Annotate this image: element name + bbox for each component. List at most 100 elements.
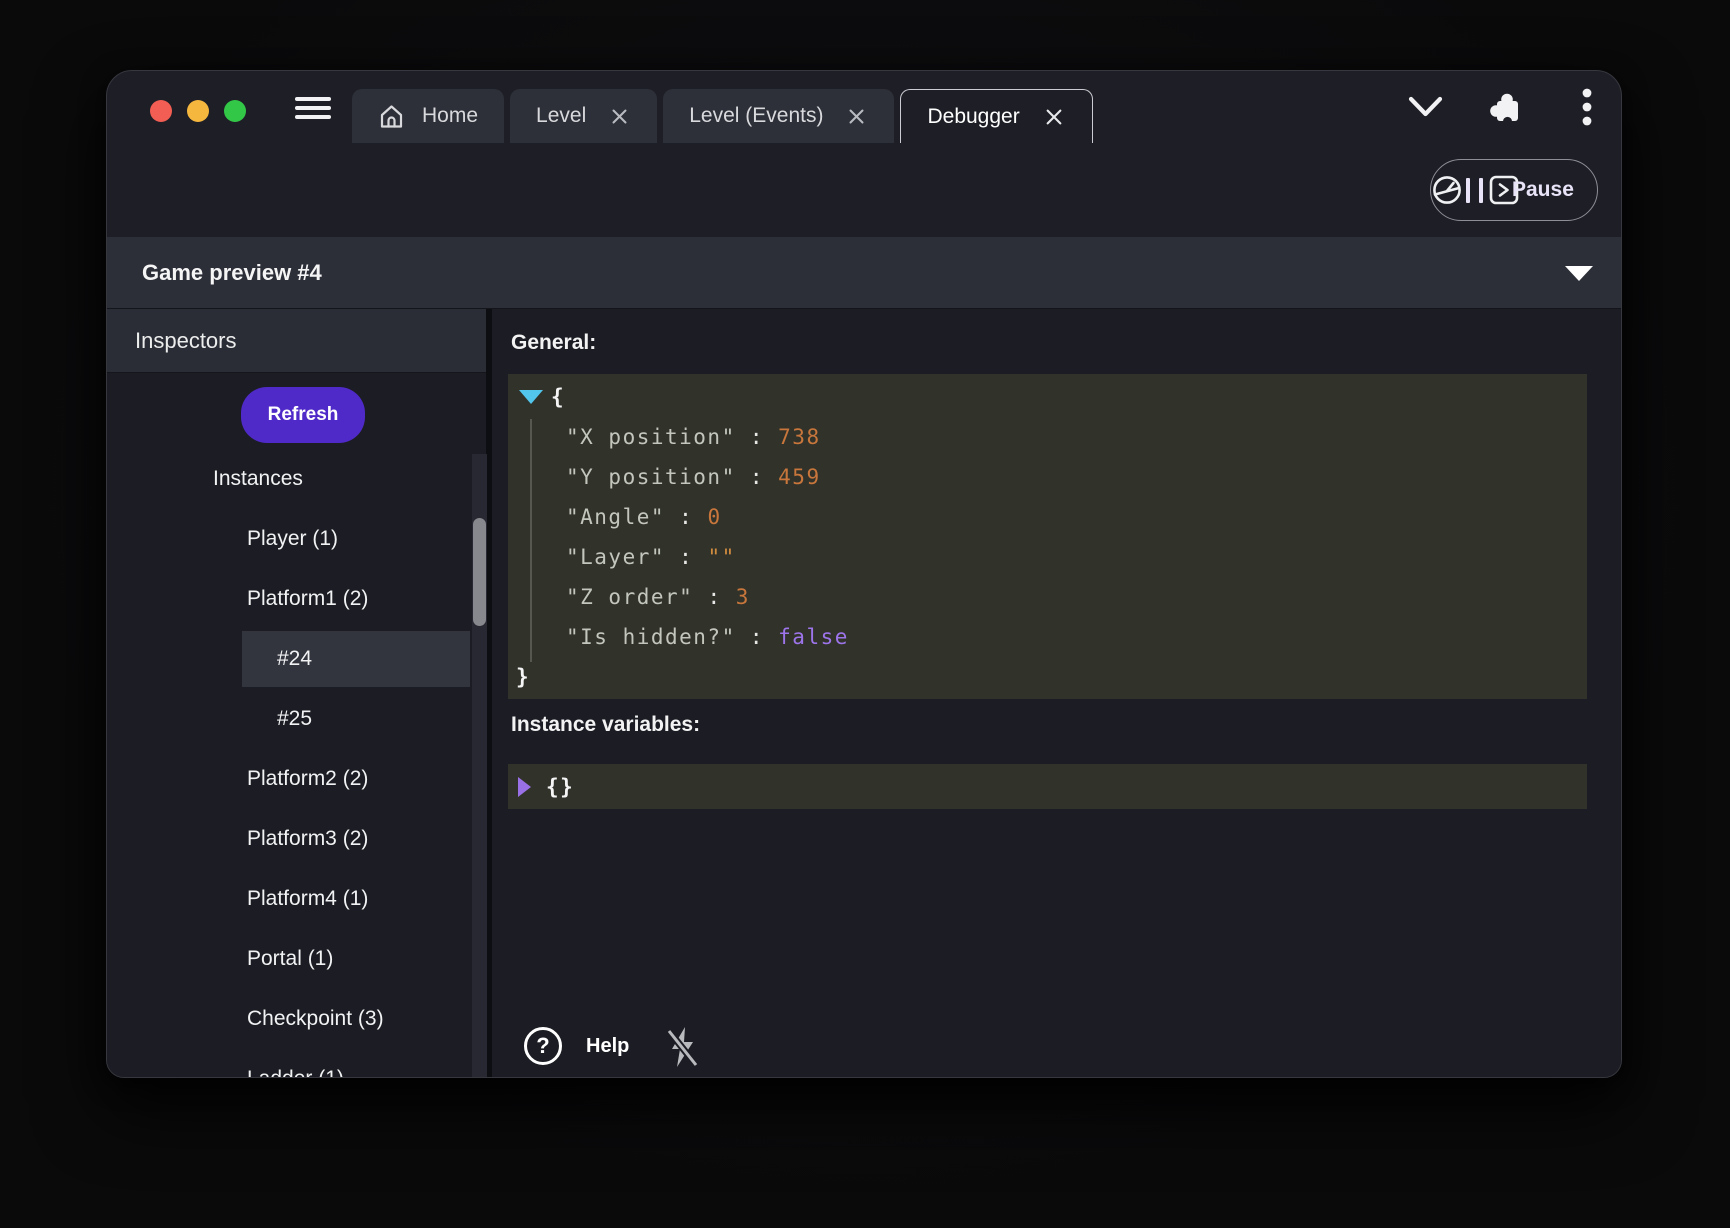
- tab-label: Level (Events): [689, 104, 823, 128]
- tab-label: Debugger: [927, 105, 1019, 129]
- general-properties-panel: { "X position" : 738 "Y position" :: [508, 374, 1587, 699]
- flash-off-icon[interactable]: [664, 1025, 700, 1069]
- tree-item[interactable]: #25: [107, 689, 486, 749]
- json-open-line: {: [508, 377, 1587, 417]
- property-key: "Is hidden?": [566, 625, 736, 649]
- inspectors-sidebar: Inspectors Refresh Instances Player (1) …: [107, 309, 486, 1078]
- property-value: 0: [707, 505, 721, 529]
- pause-label: Pause: [1512, 178, 1574, 202]
- open-brace: {: [551, 385, 565, 409]
- property-line: "Y position" : 459: [508, 457, 1587, 497]
- instance-variables-line: {}: [508, 764, 1587, 809]
- property-value: 3: [736, 585, 750, 609]
- tree-item[interactable]: Platform2 (2): [107, 749, 486, 809]
- property-list: "X position" : 738 "Y position" : 459: [508, 417, 1587, 657]
- tab-bar: Home Level Level (Events) De: [352, 89, 1099, 143]
- close-brace: }: [516, 665, 530, 689]
- property-separator: :: [693, 585, 735, 609]
- inspectors-title: Inspectors: [135, 328, 237, 354]
- instance-variables-label: Instance variables:: [511, 713, 700, 737]
- collapse-triangle-icon[interactable]: [519, 390, 543, 404]
- main-menu-icon[interactable]: [295, 95, 331, 121]
- property-value: false: [778, 625, 849, 649]
- tab-label: Home: [422, 104, 478, 128]
- tree-item-label: Instances: [213, 467, 303, 491]
- tree-item-label: #24: [277, 647, 312, 671]
- tree-item-label: Platform1 (2): [247, 587, 368, 611]
- instance-variables-panel: {}: [508, 764, 1587, 809]
- property-separator: :: [736, 425, 778, 449]
- property-line: "Z order" : 3: [508, 577, 1587, 617]
- tab-home[interactable]: Home: [352, 89, 504, 143]
- property-value: 459: [778, 465, 820, 489]
- property-separator: :: [736, 625, 778, 649]
- debugger-window: Home Level Level (Events) De: [106, 70, 1622, 1078]
- close-icon[interactable]: [1042, 105, 1066, 129]
- tree-item[interactable]: Platform3 (2): [107, 809, 486, 869]
- home-icon: [378, 103, 405, 130]
- close-icon[interactable]: [845, 105, 868, 128]
- tree-item[interactable]: #24: [107, 629, 486, 689]
- property-value: "": [707, 545, 735, 569]
- property-key: "Layer": [566, 545, 665, 569]
- tab-level-events[interactable]: Level (Events): [663, 89, 894, 143]
- property-separator: :: [665, 545, 707, 569]
- instance-inspector: General: { "X position" : 738: [492, 309, 1621, 1078]
- tree-item-label: Ladder (1): [247, 1067, 344, 1078]
- property-key: "Angle": [566, 505, 665, 529]
- minimize-window-button[interactable]: [187, 100, 209, 122]
- property-separator: :: [736, 465, 778, 489]
- instance-variables-value: {}: [546, 775, 574, 799]
- property-line: "Angle" : 0: [508, 497, 1587, 537]
- help-label: Help: [586, 1035, 629, 1058]
- json-close-line: }: [508, 657, 1587, 697]
- tree-item-label: #25: [277, 707, 312, 731]
- general-section-label: General:: [511, 331, 596, 355]
- tree-item[interactable]: Instances: [107, 449, 486, 509]
- pause-button[interactable]: Pause: [1430, 159, 1598, 221]
- tree-item-label: Player (1): [247, 527, 338, 551]
- close-icon[interactable]: [608, 105, 631, 128]
- chevron-down-icon[interactable]: [1408, 71, 1443, 143]
- refresh-button[interactable]: Refresh: [241, 387, 365, 443]
- property-line: "Is hidden?" : false: [508, 617, 1587, 657]
- tab-debugger[interactable]: Debugger: [900, 89, 1092, 143]
- puzzle-extension-icon[interactable]: [1487, 71, 1525, 143]
- title-bar: Home Level Level (Events) De: [107, 71, 1621, 143]
- help-button[interactable]: ? Help: [524, 1027, 629, 1065]
- instances-tree: Instances Player (1) Platform1 (2) #24: [107, 449, 486, 1078]
- tree-item[interactable]: Platform1 (2): [107, 569, 486, 629]
- property-key: "X position": [566, 425, 736, 449]
- tree-item-label: Checkpoint (3): [247, 1007, 384, 1031]
- property-line: "X position" : 738: [508, 417, 1587, 457]
- kebab-menu-icon[interactable]: [1581, 71, 1593, 143]
- tree-item-label: Portal (1): [247, 947, 333, 971]
- sidebar-scrollbar-thumb[interactable]: [473, 518, 486, 626]
- expand-triangle-icon[interactable]: [518, 777, 531, 797]
- tree-item-label: Platform2 (2): [247, 767, 368, 791]
- tree-item[interactable]: Ladder (1): [107, 1049, 486, 1078]
- tree-item[interactable]: Platform4 (1): [107, 869, 486, 929]
- tree-item[interactable]: Player (1): [107, 509, 486, 569]
- close-window-button[interactable]: [150, 100, 172, 122]
- help-row: ? Help: [492, 1027, 1621, 1069]
- game-preview-title: Game preview #4: [142, 260, 322, 286]
- content-area: Inspectors Refresh Instances Player (1) …: [107, 309, 1621, 1078]
- tree-item[interactable]: Checkpoint (3): [107, 989, 486, 1049]
- tab-level[interactable]: Level: [510, 89, 657, 143]
- property-key: "Y position": [566, 465, 736, 489]
- property-key: "Z order": [566, 585, 693, 609]
- indent-guide: [530, 419, 532, 662]
- sidebar-scrollbar-track[interactable]: [472, 454, 487, 1078]
- property-line: "Layer" : "": [508, 537, 1587, 577]
- zoom-window-button[interactable]: [224, 100, 246, 122]
- property-value: 738: [778, 425, 820, 449]
- game-preview-header[interactable]: Game preview #4: [107, 237, 1621, 309]
- debugger-toolbar: Pause: [107, 143, 1621, 237]
- tree-item[interactable]: Portal (1): [107, 929, 486, 989]
- inspectors-header: Inspectors: [107, 309, 486, 373]
- tree-item-label: Platform4 (1): [247, 887, 368, 911]
- property-separator: :: [665, 505, 707, 529]
- tree-item-label: Platform3 (2): [247, 827, 368, 851]
- dropdown-caret-icon[interactable]: [1565, 266, 1593, 281]
